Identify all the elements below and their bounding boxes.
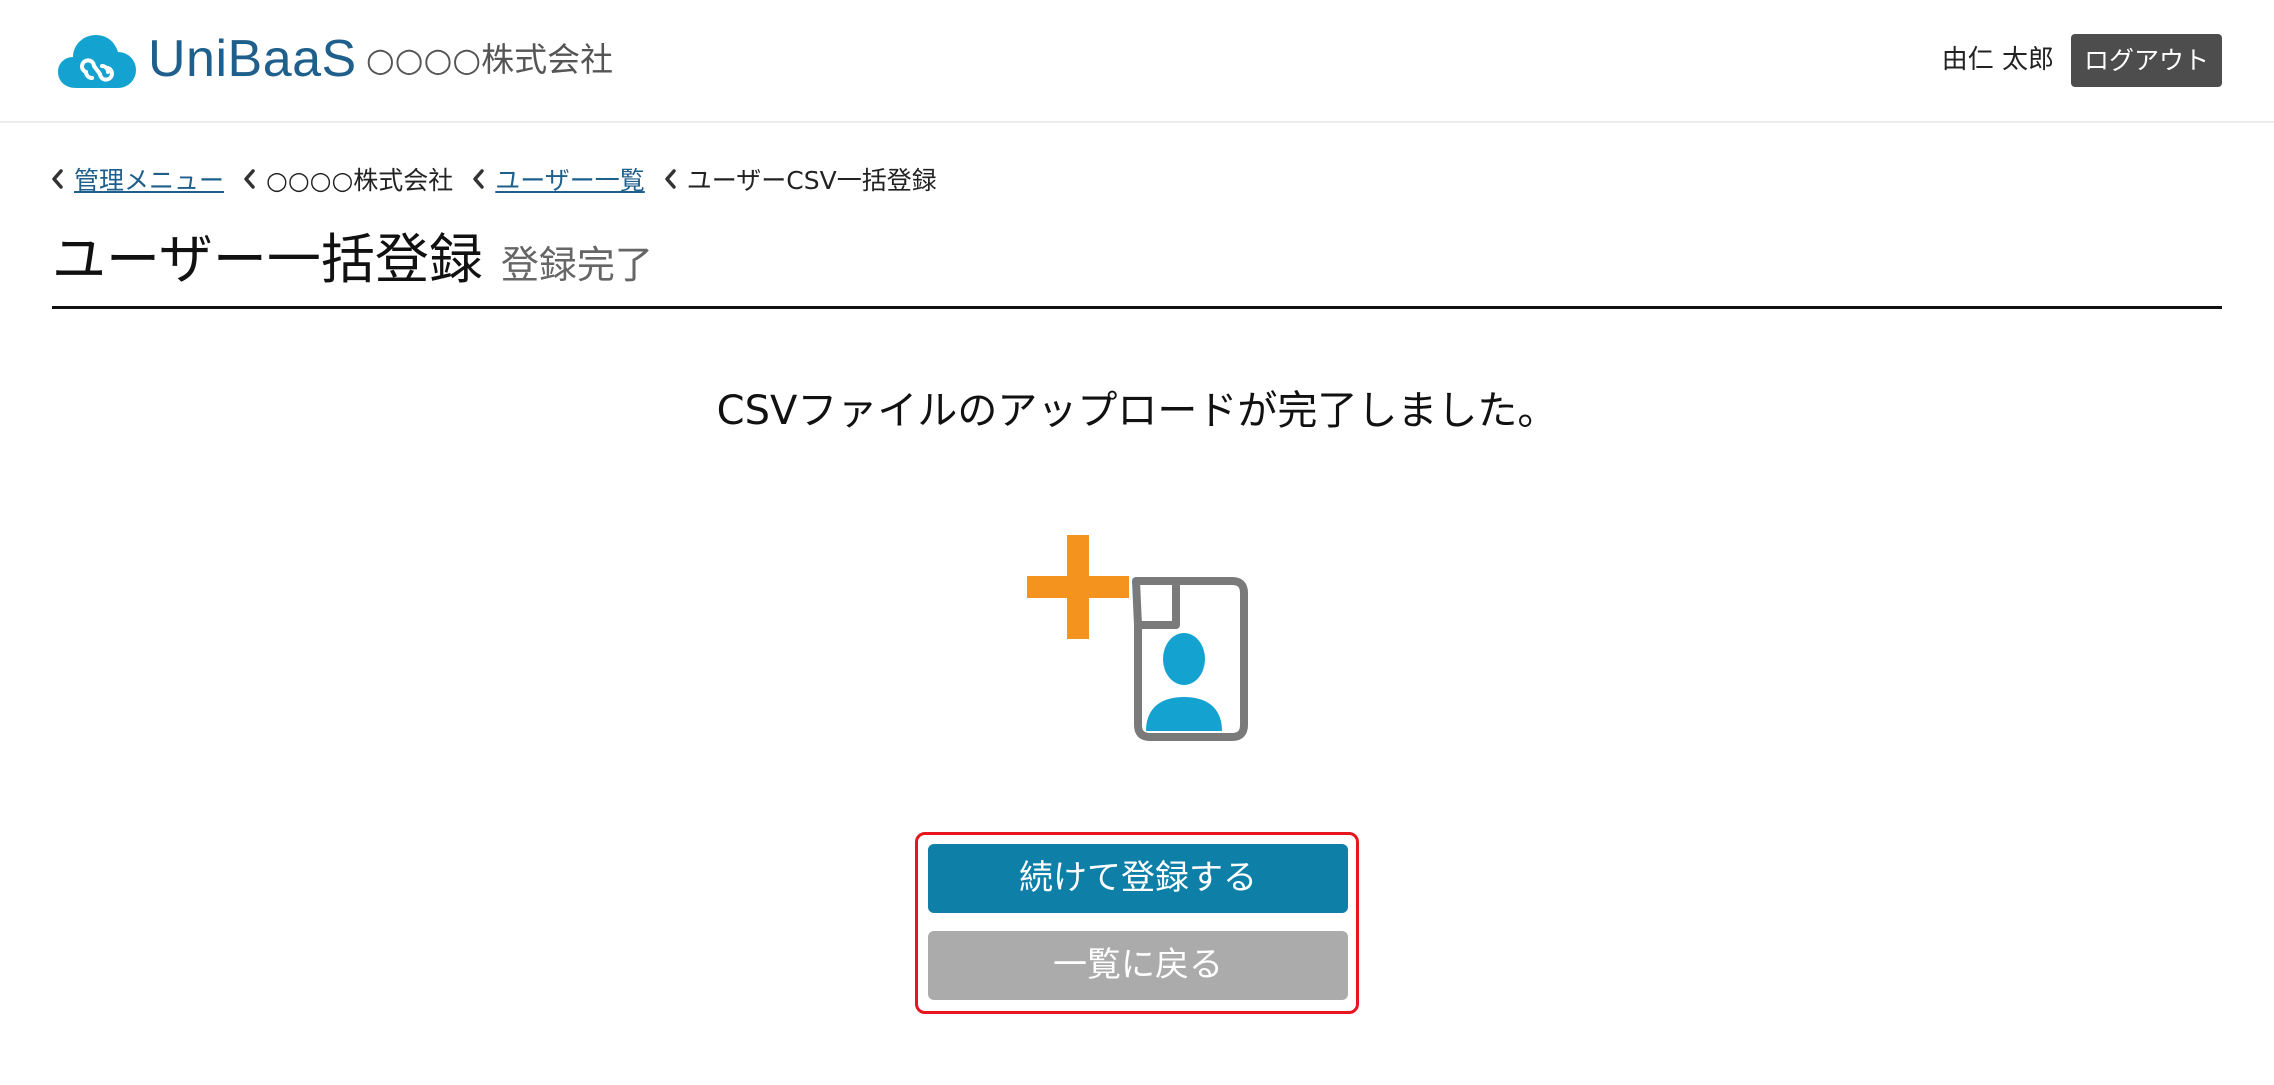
page-title: ユーザー一括登録 登録完了 [52,222,653,298]
page-title-sub: 登録完了 [500,243,653,287]
breadcrumb-item-csv-register: ユーザーCSV一括登録 [663,161,937,197]
title-divider [52,306,2222,309]
breadcrumb-link-admin-menu[interactable]: 管理メニュー [74,161,224,197]
cloud-logo-icon[interactable] [58,30,136,92]
app-header: UniBaaS ○○○○株式会社 由仁 太郎 ログアウト [0,0,2274,123]
breadcrumb-item-company: ○○○○株式会社 [242,161,453,197]
logout-button[interactable]: ログアウト [2071,34,2222,87]
breadcrumb-label-csv-register: ユーザーCSV一括登録 [686,166,937,195]
back-to-list-button[interactable]: 一覧に戻る [928,931,1348,1000]
page-title-main: ユーザー一括登録 [52,228,483,291]
breadcrumb-item-admin-menu[interactable]: 管理メニュー [50,161,224,197]
action-button-group: 続けて登録する 一覧に戻る [915,832,1359,1014]
completion-message: CSVファイルのアップロードが完了しました。 [716,388,1558,434]
add-user-file-icon [1027,535,1248,741]
breadcrumb-item-user-list[interactable]: ユーザー一覧 [471,161,645,197]
chevron-left-icon [473,169,485,189]
chevron-left-icon [52,169,63,189]
breadcrumb: 管理メニュー ○○○○株式会社 ユーザー一覧 ユーザーCSV一括登録 [50,160,955,198]
user-name: 由仁 太郎 [1941,45,2054,75]
continue-register-button[interactable]: 続けて登録する [928,844,1348,913]
brand-name[interactable]: UniBaaS [148,27,357,91]
chevron-left-icon [665,169,676,189]
breadcrumb-link-user-list[interactable]: ユーザー一覧 [495,161,645,197]
chevron-left-icon [244,169,255,189]
company-name: ○○○○株式会社 [366,40,614,79]
breadcrumb-label-company: ○○○○株式会社 [266,166,454,195]
